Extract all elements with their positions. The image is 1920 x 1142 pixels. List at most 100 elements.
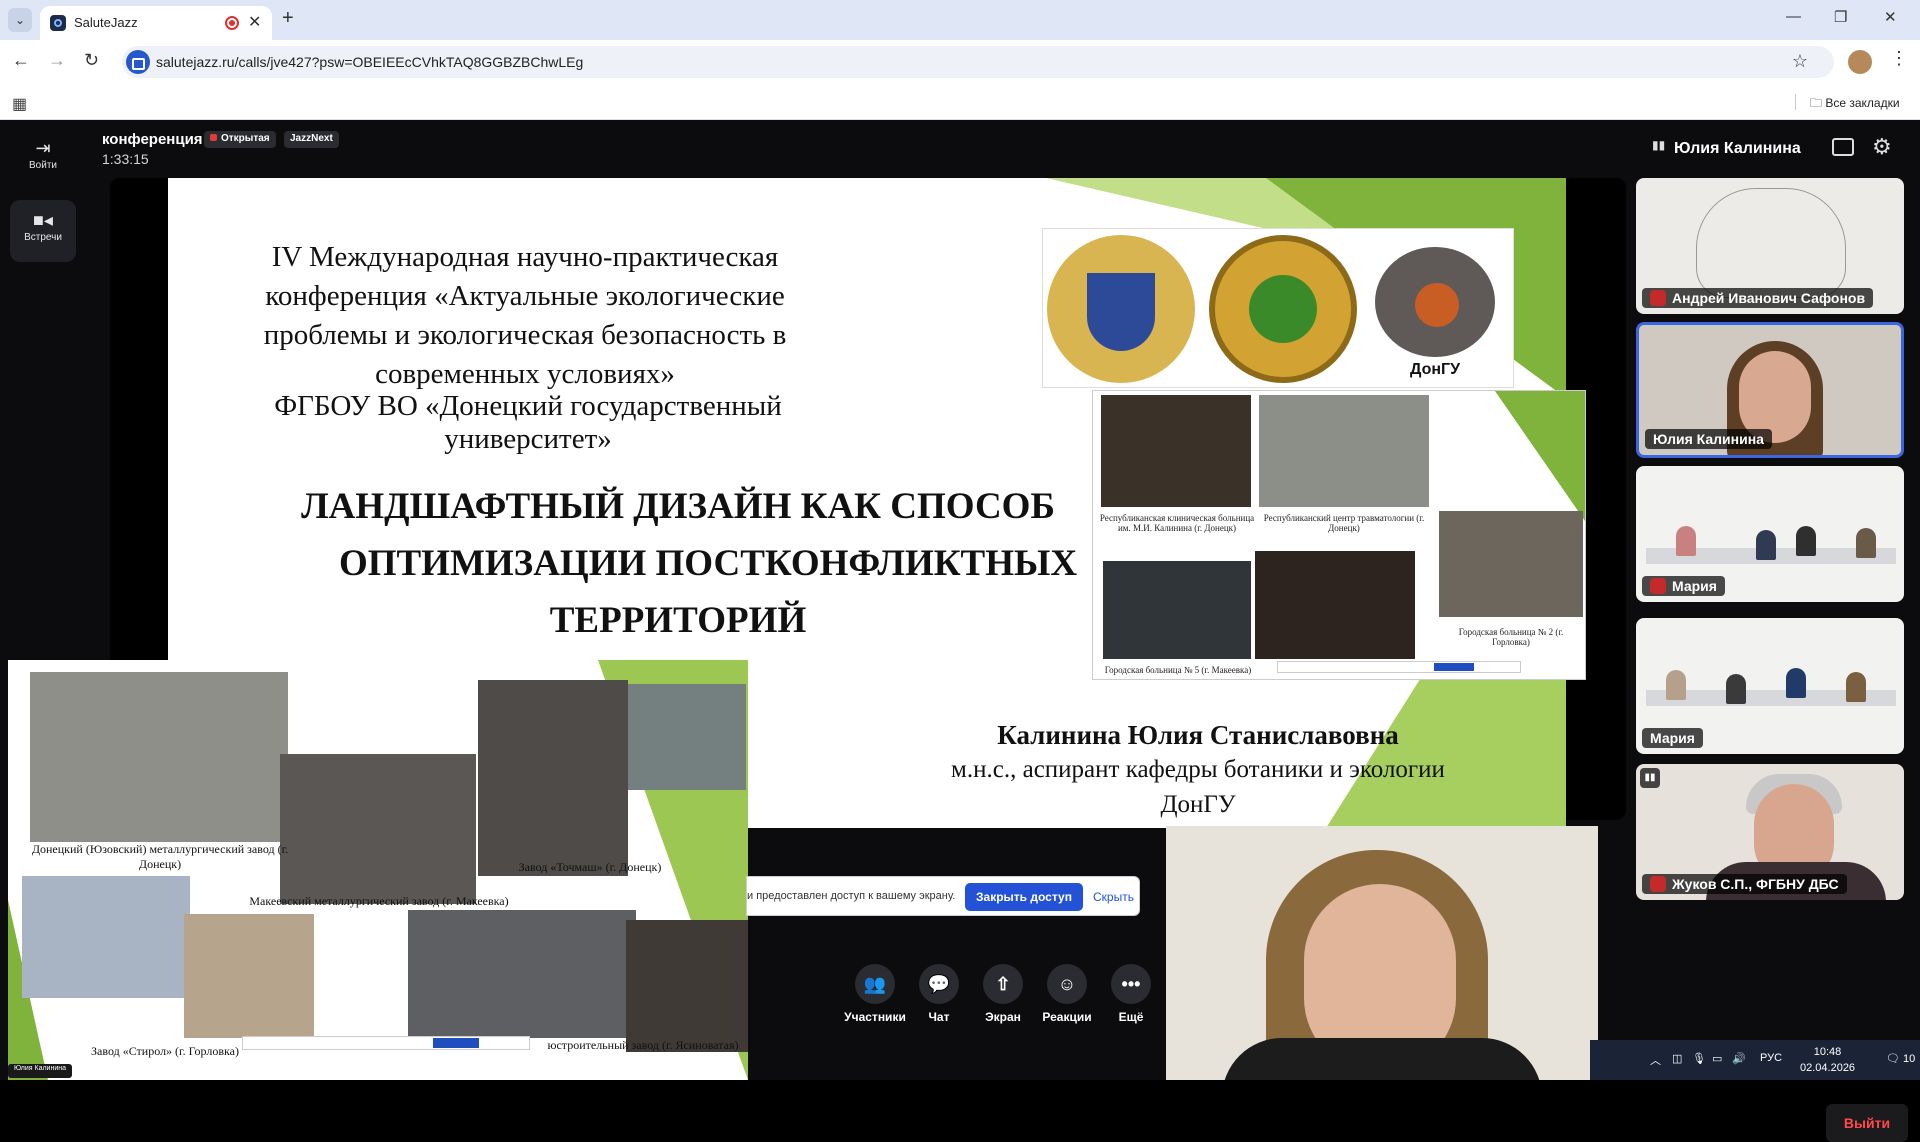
slide-topic: ЛАНДШАФТНЫЙ ДИЗАЙН КАК СПОСОБ ОПТИМИЗАЦИ… bbox=[248, 478, 1108, 649]
chat-label: Чат bbox=[928, 1010, 950, 1024]
all-bookmarks-label: Все закладки bbox=[1825, 96, 1900, 110]
factory-photo bbox=[30, 672, 288, 842]
photo-caption: Макеевский металлургический завод (г. Ма… bbox=[249, 894, 509, 908]
close-tab-icon[interactable]: ✕ bbox=[248, 12, 261, 32]
screen-share-button[interactable]: ⇧ Экран bbox=[968, 964, 1038, 1024]
nested-share-button bbox=[1434, 663, 1474, 671]
browser-menu-icon[interactable]: ⋮ bbox=[1890, 48, 1908, 69]
screen-share-preview: Донецкий (Юзовский) металлургический зав… bbox=[8, 660, 748, 1080]
participant-video bbox=[1756, 530, 1776, 560]
reactions-button[interactable]: ☺ Реакции bbox=[1032, 964, 1102, 1024]
photo-caption: Городская больница № 2 (г. Горловка) bbox=[1458, 627, 1564, 647]
tab-search-icon[interactable]: ⌄ bbox=[8, 8, 32, 32]
participant-name: Мария bbox=[1672, 578, 1717, 594]
participant-tile[interactable]: Андрей Иванович Сафонов bbox=[1636, 178, 1904, 314]
nested-share-bar bbox=[242, 1036, 530, 1050]
gear-icon[interactable]: ⚙ bbox=[1872, 134, 1892, 160]
emblem-caption: ДонГУ bbox=[1409, 361, 1461, 378]
hospital-photo bbox=[1439, 511, 1583, 617]
share-notice-text: и предоставлен доступ к вашему экрану. bbox=[747, 890, 956, 902]
network-icon[interactable]: ▭ bbox=[1712, 1052, 1722, 1065]
participant-tile[interactable]: ▮▮ Жуков С.П., ФГБНУ ДБС bbox=[1636, 764, 1904, 900]
more-label: Ещё bbox=[1118, 1010, 1144, 1024]
botany-department-emblem-icon: ДонГУ bbox=[1361, 233, 1509, 385]
nested-share-bar bbox=[1277, 661, 1521, 673]
browser-tab[interactable]: SaluteJazz ✕ bbox=[40, 6, 272, 40]
forward-icon[interactable]: → bbox=[48, 50, 66, 71]
factory-photo bbox=[626, 920, 748, 1052]
all-bookmarks-link[interactable]: 🗀 Все закладки bbox=[1810, 94, 1900, 115]
photo-caption: Завод «Точмаш» (г. Донецк) bbox=[518, 860, 662, 874]
divider bbox=[1795, 94, 1796, 110]
clock-time: 10:48 bbox=[1813, 1046, 1842, 1058]
participant-tile[interactable]: Мария bbox=[1636, 618, 1904, 754]
stop-sharing-button[interactable]: Закрыть доступ bbox=[965, 883, 1083, 911]
participant-name-tag: Мария bbox=[1642, 576, 1725, 596]
participant-tile[interactable]: Мария bbox=[1636, 466, 1904, 602]
photo-caption: юстроительный завод (г. Ясиноватая) bbox=[547, 1038, 739, 1052]
system-tray: ︿ ◫ 🎙 ▭ 🔊 РУС 10:48 02.04.2026 🗨 10 bbox=[1590, 1040, 1920, 1080]
chat-button[interactable]: 💬 Чат bbox=[904, 964, 974, 1024]
mic-off-icon bbox=[1650, 290, 1666, 306]
language-indicator[interactable]: РУС bbox=[1760, 1052, 1782, 1064]
slide-author: Калинина Юлия Станиславовна bbox=[997, 720, 1399, 750]
active-speaker-name: Юлия Калинина bbox=[1674, 140, 1801, 157]
address-bar: ← → ↻ salutejazz.ru/calls/jve427?psw=OBE… bbox=[0, 40, 1920, 84]
volume-icon[interactable]: 🔊 bbox=[1732, 1052, 1746, 1065]
more-button[interactable]: ••• Ещё bbox=[1096, 964, 1166, 1024]
participant-name: Жуков С.П., ФГБНУ ДБС bbox=[1672, 876, 1839, 892]
logo-strip: ДонГУ bbox=[1042, 228, 1514, 388]
smile-icon: ☺ bbox=[1047, 964, 1087, 1004]
participants-button[interactable]: 👥 Участники bbox=[840, 964, 910, 1024]
participant-name-tag: Андрей Иванович Сафонов bbox=[1642, 288, 1874, 308]
participant-name: Андрей Иванович Сафонов bbox=[1672, 290, 1866, 306]
position-line: м.н.с., аспирант кафедры ботаники и экол… bbox=[951, 756, 1445, 783]
rail-meetings[interactable]: ■◂ Встречи bbox=[10, 200, 76, 262]
participant-video bbox=[1696, 188, 1846, 298]
minimize-icon[interactable]: — bbox=[1786, 8, 1801, 25]
slide-conference-title: IV Международная научно-практическая кон… bbox=[263, 241, 787, 390]
reactions-label: Реакции bbox=[1042, 1010, 1092, 1024]
window-close-icon[interactable]: ✕ bbox=[1884, 8, 1897, 26]
participant-tile[interactable]: Юлия Калинина bbox=[1636, 322, 1904, 458]
profile-avatar[interactable] bbox=[1848, 50, 1872, 74]
call-timer: 1:33:15 bbox=[102, 151, 149, 167]
leave-button[interactable]: Выйти bbox=[1826, 1104, 1908, 1142]
login-icon: ⇥ bbox=[35, 138, 51, 158]
url-field[interactable]: salutejazz.ru/calls/jve427?psw=OBEIEEcCV… bbox=[122, 46, 1834, 78]
salutejazz-favicon-icon bbox=[50, 15, 66, 31]
conference-title: конференция bbox=[102, 131, 203, 148]
photo-caption: Городская больница № 5 (г. Макеевка) bbox=[1104, 665, 1252, 675]
participant-name-tag: Мария bbox=[1642, 728, 1703, 748]
chevron-up-icon[interactable]: ︿ bbox=[1650, 1052, 1661, 1068]
participant-video bbox=[1786, 668, 1806, 698]
apps-grid-icon[interactable]: ▦ bbox=[12, 94, 27, 114]
lock-open-icon bbox=[210, 134, 217, 141]
layout-icon[interactable] bbox=[1832, 138, 1854, 156]
preview-user-tag: Юлия Калинина bbox=[8, 1064, 72, 1078]
participant-video bbox=[1666, 670, 1686, 700]
screen-share-notice: и предоставлен доступ к вашему экрану. З… bbox=[746, 876, 1140, 916]
biology-faculty-emblem-icon bbox=[1209, 235, 1357, 383]
slide-university: ФГБОУ ВО «Донецкий государственный униве… bbox=[274, 390, 782, 455]
camera-tray-icon[interactable]: ◫ bbox=[1672, 1052, 1682, 1065]
back-icon[interactable]: ← bbox=[12, 50, 30, 71]
rail-login[interactable]: ⇥ Войти bbox=[10, 128, 76, 190]
participant-video bbox=[1846, 672, 1866, 702]
participants-label: Участники bbox=[844, 1010, 906, 1024]
video-camera-icon: ■◂ bbox=[33, 210, 53, 230]
reload-icon[interactable]: ↻ bbox=[84, 50, 99, 71]
url-text: salutejazz.ru/calls/jve427?psw=OBEIEEcCV… bbox=[156, 54, 584, 70]
hide-notice-link[interactable]: Скрыть bbox=[1093, 890, 1134, 904]
factory-photo bbox=[628, 684, 746, 790]
bookmark-star-icon[interactable]: ☆ bbox=[1792, 51, 1808, 72]
notifications-icon[interactable]: 🗨 10 bbox=[1886, 1052, 1915, 1065]
clock[interactable]: 10:48 02.04.2026 bbox=[1800, 1044, 1855, 1076]
microphone-icon[interactable]: 🎙 bbox=[1692, 1052, 1706, 1065]
site-info-icon[interactable] bbox=[126, 50, 150, 74]
new-tab-icon[interactable]: + bbox=[282, 7, 294, 30]
call-controls: 👥 Участники 💬 Чат ⇧ Экран ☺ Реакции ••• Ещё bbox=[748, 964, 1168, 1044]
hospitals-photo-panel: Республиканская клиническая больница им.… bbox=[1092, 390, 1586, 680]
hospital-photo bbox=[1101, 395, 1251, 507]
restore-icon[interactable]: ❐ bbox=[1834, 8, 1847, 26]
